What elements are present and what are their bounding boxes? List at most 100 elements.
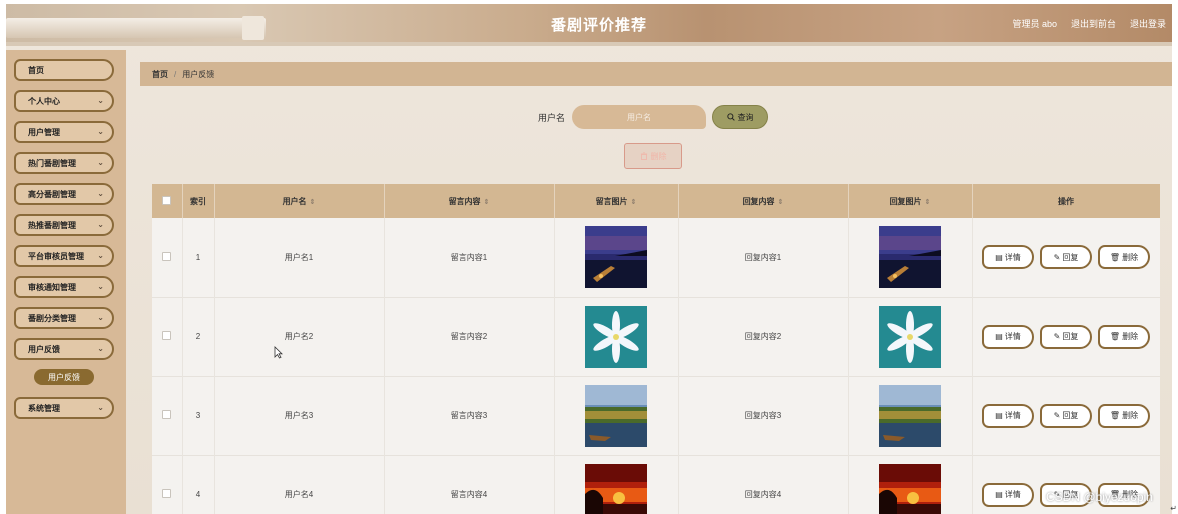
column-header-username[interactable]: 用户名 ⇕ <box>214 184 385 218</box>
white-flower-image[interactable] <box>879 305 941 368</box>
sidebar-item-hot-anime[interactable]: 热门番剧管理 ⌄ <box>14 152 114 174</box>
search-input[interactable] <box>572 105 706 129</box>
column-header-message-image[interactable]: 留言图片 ⇕ <box>554 184 679 218</box>
sidebar-item-system-management[interactable]: 系统管理 ⌄ <box>14 397 114 419</box>
white-flower-image[interactable] <box>585 305 647 368</box>
detail-label: 详情 <box>1004 490 1021 499</box>
column-header-label: 留言图片 <box>595 196 628 206</box>
chevron-down-icon: ⌄ <box>97 127 104 136</box>
chevron-down-icon: ⌄ <box>97 344 104 353</box>
row-checkbox[interactable] <box>162 489 172 498</box>
column-header-reply[interactable]: 回复内容 ⇕ <box>678 184 849 218</box>
batch-delete-button[interactable]: 删除 <box>624 143 682 169</box>
table-row: 2 用户名2 留言内容2 回复内容2 ▤ 详情 ✎ 回复 🗑 删除 <box>152 297 1160 376</box>
sidebar-item-review-notice[interactable]: 审核通知管理 ⌄ <box>14 276 114 298</box>
row-username: 用户名3 <box>214 376 385 455</box>
select-all-checkbox[interactable] <box>162 195 172 205</box>
row-select-cell <box>152 297 183 376</box>
delete-button[interactable]: 🗑 删除 <box>1098 403 1150 428</box>
palm-lake-image[interactable] <box>879 384 941 447</box>
sidebar-item-recommended-anime[interactable]: 热推番剧管理 ⌄ <box>14 214 114 236</box>
sidebar-item-label: 审核通知管理 <box>28 282 76 292</box>
chevron-down-icon: ⌄ <box>97 251 104 260</box>
row-select-cell <box>152 218 183 297</box>
edit-icon: ✎ <box>1053 332 1061 341</box>
sidebar-item-reviewer-management[interactable]: 平台审核员管理 ⌄ <box>14 245 114 267</box>
reply-label: 回复 <box>1062 332 1079 341</box>
sidebar-item-label: 用户反馈 <box>28 344 60 354</box>
sort-icon[interactable]: ⇕ <box>631 199 637 206</box>
chevron-down-icon: ⌄ <box>97 282 104 291</box>
sidebar-item-user-feedback[interactable]: 用户反馈 ⌄ <box>14 338 114 360</box>
chevron-down-icon: ⌄ <box>97 158 104 167</box>
row-reply-image-cell <box>848 455 973 514</box>
row-reply: 回复内容3 <box>678 376 849 455</box>
chevron-down-icon: ⌄ <box>97 189 104 198</box>
reply-button[interactable]: ✎ 回复 <box>1040 245 1092 270</box>
sidebar-item-user-management[interactable]: 用户管理 ⌄ <box>14 121 114 143</box>
row-action-group: ▤ 详情 ✎ 回复 🗑 删除 <box>973 403 1160 428</box>
row-message-image-cell <box>554 218 679 297</box>
app-title: 番剧评价推荐 <box>550 17 647 34</box>
chevron-down-icon: ⌄ <box>97 403 104 412</box>
trash-icon: 🗑 <box>1109 332 1121 341</box>
breadcrumb-home[interactable]: 首页 <box>152 69 168 80</box>
select-all-cell <box>152 184 183 218</box>
watermark: CSDN @biyezuopin <box>1046 490 1153 504</box>
sort-icon[interactable]: ⇕ <box>778 199 784 206</box>
detail-button[interactable]: ▤ 详情 <box>982 245 1034 270</box>
detail-button[interactable]: ▤ 详情 <box>982 324 1034 349</box>
exit-to-front-link[interactable]: 退出到前台 <box>1071 17 1116 30</box>
row-reply-image-cell <box>848 376 973 455</box>
row-index: 1 <box>182 218 215 297</box>
row-actions: ▤ 详情 ✎ 回复 🗑 删除 <box>972 218 1160 297</box>
row-action-group: ▤ 详情 ✎ 回复 🗑 删除 <box>973 245 1160 270</box>
column-header-reply-image[interactable]: 回复图片 ⇕ <box>848 184 973 218</box>
palm-lake-image[interactable] <box>585 384 647 447</box>
sidebar-item-label: 用户管理 <box>28 127 60 137</box>
sidebar-item-personal-center[interactable]: 个人中心 ⌄ <box>14 90 114 112</box>
trash-icon <box>640 152 647 160</box>
row-checkbox[interactable] <box>162 251 172 261</box>
sidebar-item-high-score-anime[interactable]: 高分番剧管理 ⌄ <box>14 183 114 205</box>
row-message: 留言内容2 <box>384 297 555 376</box>
delete-label: 删除 <box>1122 252 1139 262</box>
night-pier-image[interactable] <box>879 226 941 289</box>
edit-icon: ✎ <box>1053 252 1061 262</box>
search-button[interactable]: 查询 <box>712 105 768 129</box>
sidebar-subitem-user-feedback[interactable]: 用户反馈 <box>34 369 94 385</box>
detail-button[interactable]: ▤ 详情 <box>982 403 1034 428</box>
sort-icon[interactable]: ⇕ <box>925 199 931 206</box>
column-header-label: 回复图片 <box>889 196 922 206</box>
sidebar-item-label: 热推番剧管理 <box>28 220 76 230</box>
row-message: 留言内容3 <box>384 376 555 455</box>
delete-button[interactable]: 🗑 删除 <box>1098 245 1150 270</box>
sidebar-item-anime-category[interactable]: 番剧分类管理 ⌄ <box>14 307 114 329</box>
search-button-label: 查询 <box>737 112 754 122</box>
feedback-table: 索引 用户名 ⇕ 留言内容 ⇕ 留言图片 ⇕ 回复内容 ⇕ 回复图片 ⇕ 操作 1 用户名… <box>152 184 1160 514</box>
sort-icon[interactable]: ⇕ <box>310 199 316 206</box>
red-sunset-image[interactable] <box>585 463 647 514</box>
row-actions: ▤ 详情 ✎ 回复 🗑 删除 <box>972 297 1160 376</box>
delete-button[interactable]: 🗑 删除 <box>1098 324 1150 349</box>
reply-label: 回复 <box>1062 252 1079 262</box>
search-icon <box>726 113 735 121</box>
red-sunset-image[interactable] <box>879 463 941 514</box>
row-reply-image-cell <box>848 218 973 297</box>
reply-button[interactable]: ✎ 回复 <box>1040 403 1092 428</box>
row-checkbox[interactable] <box>162 410 172 419</box>
row-username: 用户名2 <box>214 297 385 376</box>
detail-button[interactable]: ▤ 详情 <box>982 482 1034 507</box>
row-checkbox[interactable] <box>162 331 172 340</box>
logout-link[interactable]: 退出登录 <box>1130 17 1166 30</box>
admin-name: 管理员 abo <box>1012 19 1057 29</box>
sidebar-item-home[interactable]: 首页 <box>14 59 114 81</box>
delete-label: 删除 <box>1122 411 1139 420</box>
night-pier-image[interactable] <box>585 226 647 289</box>
sidebar-item-label: 首页 <box>28 65 44 75</box>
reply-button[interactable]: ✎ 回复 <box>1040 324 1092 349</box>
table-row: 3 用户名3 留言内容3 回复内容3 ▤ 详情 ✎ 回复 🗑 删除 <box>152 376 1160 455</box>
chevron-down-icon: ⌄ <box>97 220 104 229</box>
column-header-message[interactable]: 留言内容 ⇕ <box>384 184 555 218</box>
sort-icon[interactable]: ⇕ <box>484 199 490 206</box>
